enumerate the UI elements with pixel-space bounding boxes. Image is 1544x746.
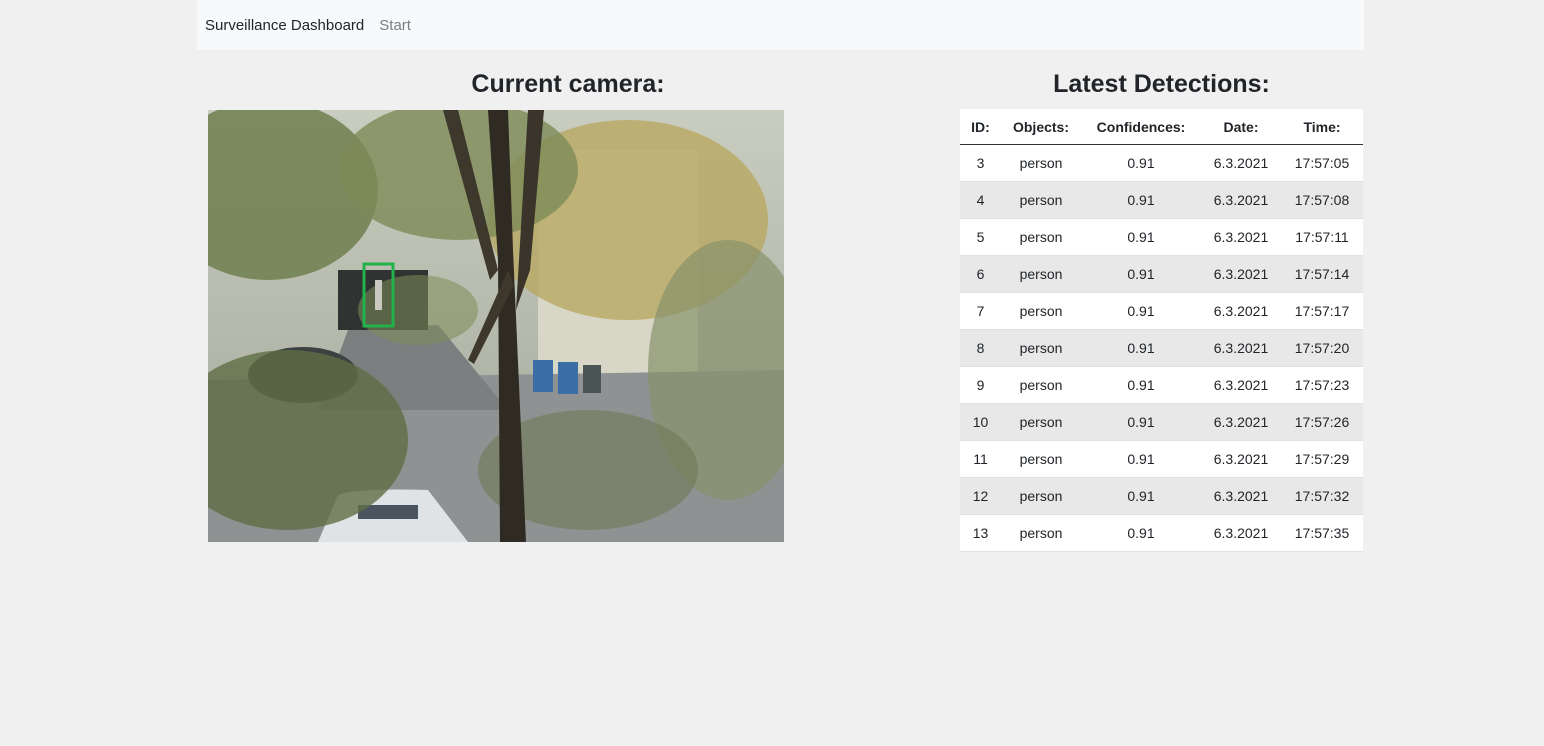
cell-confidence: 0.91	[1081, 366, 1201, 404]
column-header-id: ID:	[960, 109, 1001, 145]
navbar-brand[interactable]: Surveillance Dashboard	[205, 17, 364, 34]
cell-id: 6	[960, 255, 1001, 293]
cell-date: 6.3.2021	[1201, 477, 1281, 515]
cell-confidence: 0.91	[1081, 144, 1201, 182]
cell-id: 9	[960, 366, 1001, 404]
cell-object: person	[1001, 292, 1081, 330]
cell-id: 3	[960, 144, 1001, 182]
column-header-objects: Objects:	[1001, 109, 1081, 145]
cell-id: 5	[960, 218, 1001, 256]
cell-confidence: 0.91	[1081, 403, 1201, 441]
cell-id: 13	[960, 514, 1001, 552]
camera-feed-image	[208, 110, 784, 542]
cell-confidence: 0.91	[1081, 329, 1201, 367]
cell-confidence: 0.91	[1081, 255, 1201, 293]
cell-object: person	[1001, 403, 1081, 441]
cell-object: person	[1001, 514, 1081, 552]
cell-time: 17:57:29	[1281, 440, 1363, 478]
cell-id: 12	[960, 477, 1001, 515]
cell-id: 10	[960, 403, 1001, 441]
nav-link-start[interactable]: Start	[379, 17, 411, 34]
cell-time: 17:57:20	[1281, 329, 1363, 367]
detections-title: Latest Detections:	[1053, 70, 1270, 98]
column-header-time: Time:	[1281, 109, 1363, 145]
cell-confidence: 0.91	[1081, 477, 1201, 515]
cell-object: person	[1001, 329, 1081, 367]
table-row: 3 person 0.91 6.3.2021 17:57:05	[960, 144, 1363, 182]
cell-object: person	[1001, 440, 1081, 478]
camera-title: Current camera:	[471, 70, 665, 98]
cell-object: person	[1001, 144, 1081, 182]
cell-id: 8	[960, 329, 1001, 367]
camera-feed	[208, 110, 784, 542]
table-row: 12 person 0.91 6.3.2021 17:57:32	[960, 477, 1363, 515]
table-row: 8 person 0.91 6.3.2021 17:57:20	[960, 329, 1363, 367]
cell-date: 6.3.2021	[1201, 144, 1281, 182]
cell-confidence: 0.91	[1081, 440, 1201, 478]
cell-object: person	[1001, 218, 1081, 256]
cell-confidence: 0.91	[1081, 181, 1201, 219]
cell-id: 7	[960, 292, 1001, 330]
column-header-date: Date:	[1201, 109, 1281, 145]
cell-date: 6.3.2021	[1201, 255, 1281, 293]
cell-date: 6.3.2021	[1201, 440, 1281, 478]
cell-confidence: 0.91	[1081, 292, 1201, 330]
cell-time: 17:57:35	[1281, 514, 1363, 552]
cell-confidence: 0.91	[1081, 514, 1201, 552]
cell-date: 6.3.2021	[1201, 403, 1281, 441]
cell-id: 11	[960, 440, 1001, 478]
table-row: 5 person 0.91 6.3.2021 17:57:11	[960, 218, 1363, 256]
table-row: 13 person 0.91 6.3.2021 17:57:35	[960, 514, 1363, 552]
cell-confidence: 0.91	[1081, 218, 1201, 256]
cell-object: person	[1001, 181, 1081, 219]
column-header-confidences: Confidences:	[1081, 109, 1201, 145]
cell-time: 17:57:11	[1281, 218, 1363, 256]
cell-time: 17:57:23	[1281, 366, 1363, 404]
cell-time: 17:57:17	[1281, 292, 1363, 330]
cell-id: 4	[960, 181, 1001, 219]
cell-date: 6.3.2021	[1201, 514, 1281, 552]
cell-date: 6.3.2021	[1201, 366, 1281, 404]
cell-date: 6.3.2021	[1201, 218, 1281, 256]
cell-time: 17:57:08	[1281, 181, 1363, 219]
cell-time: 17:57:05	[1281, 144, 1363, 182]
table-row: 11 person 0.91 6.3.2021 17:57:29	[960, 440, 1363, 478]
detections-table-container: ID: Objects: Confidences: Date: Time: 3p…	[960, 109, 1363, 552]
table-row: 7 person 0.91 6.3.2021 17:57:17	[960, 292, 1363, 330]
cell-object: person	[1001, 255, 1081, 293]
cell-date: 6.3.2021	[1201, 292, 1281, 330]
cell-date: 6.3.2021	[1201, 181, 1281, 219]
cell-time: 17:57:32	[1281, 477, 1363, 515]
table-header-row: ID: Objects: Confidences: Date: Time:	[960, 109, 1363, 145]
cell-date: 6.3.2021	[1201, 329, 1281, 367]
table-row: 9 person 0.91 6.3.2021 17:57:23	[960, 366, 1363, 404]
table-row: 6 person 0.91 6.3.2021 17:57:14	[960, 255, 1363, 293]
detections-table: ID: Objects: Confidences: Date: Time: 3p…	[960, 109, 1363, 552]
table-row: 10 person 0.91 6.3.2021 17:57:26	[960, 403, 1363, 441]
cell-object: person	[1001, 366, 1081, 404]
table-row: 4 person 0.91 6.3.2021 17:57:08	[960, 181, 1363, 219]
cell-time: 17:57:26	[1281, 403, 1363, 441]
cell-object: person	[1001, 477, 1081, 515]
cell-time: 17:57:14	[1281, 255, 1363, 293]
top-navbar: Surveillance Dashboard Start	[197, 0, 1364, 50]
